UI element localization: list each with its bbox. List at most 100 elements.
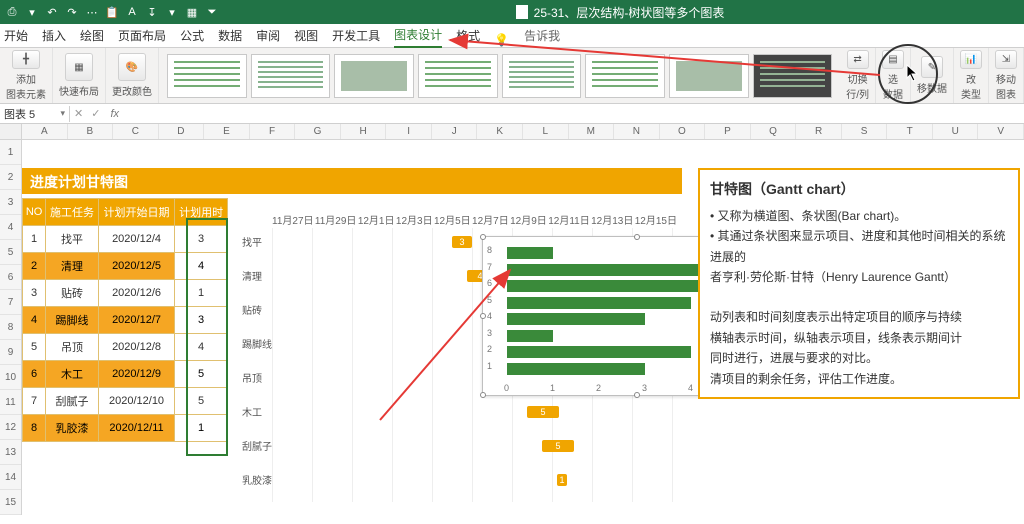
col-header[interactable]: P bbox=[705, 124, 751, 139]
row-headers[interactable]: 123456789101112131415 bbox=[0, 140, 22, 515]
col-header[interactable]: O bbox=[660, 124, 706, 139]
row-header[interactable]: 6 bbox=[0, 265, 21, 290]
table-cell[interactable]: 3 bbox=[175, 307, 228, 334]
tab-format[interactable]: 格式 bbox=[456, 24, 480, 47]
add-chart-element-icon[interactable]: ╋ bbox=[12, 50, 40, 69]
table-cell[interactable]: 7 bbox=[23, 388, 46, 415]
chart-bar[interactable] bbox=[507, 330, 553, 342]
switch-row-col-icon[interactable]: ⇄ bbox=[847, 50, 869, 69]
move-chart-icon[interactable]: ⇲ bbox=[995, 50, 1017, 69]
style-thumb[interactable] bbox=[669, 54, 749, 98]
tab-view[interactable]: 视图 bbox=[294, 24, 318, 47]
tab-chart-design[interactable]: 图表设计 bbox=[394, 23, 442, 48]
chart-bar[interactable] bbox=[507, 363, 645, 375]
table-row[interactable]: 4踢脚线2020/12/73 bbox=[23, 307, 228, 334]
select-data-icon[interactable]: ▤ bbox=[882, 50, 904, 69]
row-header[interactable]: 3 bbox=[0, 190, 21, 215]
style-thumb[interactable] bbox=[418, 54, 498, 98]
table-cell[interactable]: 2020/12/7 bbox=[98, 307, 174, 334]
qat-dropdown-icon[interactable]: ▾ bbox=[24, 4, 40, 20]
row-header[interactable]: 8 bbox=[0, 315, 21, 340]
col-header[interactable]: S bbox=[842, 124, 888, 139]
gantt-bar[interactable]: 5 bbox=[542, 440, 574, 452]
col-header[interactable]: Q bbox=[751, 124, 797, 139]
table-cell[interactable]: 3 bbox=[23, 280, 46, 307]
edit-data-icon[interactable]: ✎ bbox=[921, 56, 943, 78]
row-header[interactable]: 1 bbox=[0, 140, 21, 165]
table-cell[interactable]: 3 bbox=[175, 226, 228, 253]
table-cell[interactable]: 4 bbox=[175, 334, 228, 361]
col-header[interactable]: H bbox=[341, 124, 387, 139]
table-cell[interactable]: 5 bbox=[175, 388, 228, 415]
style-thumb[interactable] bbox=[167, 54, 247, 98]
table-cell[interactable]: 木工 bbox=[46, 361, 99, 388]
row-header[interactable]: 4 bbox=[0, 215, 21, 240]
tab-formula[interactable]: 公式 bbox=[180, 24, 204, 47]
col-header[interactable]: G bbox=[295, 124, 341, 139]
fx-confirm[interactable]: ✓ bbox=[87, 107, 104, 120]
style-thumb[interactable] bbox=[502, 54, 582, 98]
col-header[interactable]: J bbox=[432, 124, 478, 139]
row-header[interactable]: 2 bbox=[0, 165, 21, 190]
qat-btn[interactable]: ▾ bbox=[164, 4, 180, 20]
col-header[interactable]: A bbox=[22, 124, 68, 139]
style-thumb[interactable] bbox=[334, 54, 414, 98]
tab-draw[interactable]: 绘图 bbox=[80, 24, 104, 47]
table-cell[interactable]: 8 bbox=[23, 415, 46, 442]
tab-review[interactable]: 审阅 bbox=[256, 24, 280, 47]
gantt-bar[interactable]: 5 bbox=[527, 406, 559, 418]
row-header[interactable]: 12 bbox=[0, 415, 21, 440]
col-header[interactable]: E bbox=[204, 124, 250, 139]
tab-insert[interactable]: 插入 bbox=[42, 24, 66, 47]
tab-layout[interactable]: 页面布局 bbox=[118, 24, 166, 47]
table-row[interactable]: 2清理2020/12/54 bbox=[23, 253, 228, 280]
col-header[interactable]: U bbox=[933, 124, 979, 139]
col-header[interactable]: C bbox=[113, 124, 159, 139]
table-row[interactable]: 8乳胶漆2020/12/111 bbox=[23, 415, 228, 442]
row-header[interactable]: 5 bbox=[0, 240, 21, 265]
gantt-bar[interactable]: 1 bbox=[557, 474, 567, 486]
row-header[interactable]: 13 bbox=[0, 440, 21, 465]
table-cell[interactable]: 4 bbox=[23, 307, 46, 334]
change-type-icon[interactable]: 📊 bbox=[960, 50, 982, 69]
col-header[interactable]: T bbox=[887, 124, 933, 139]
table-cell[interactable]: 2020/12/4 bbox=[98, 226, 174, 253]
table-cell[interactable]: 踢脚线 bbox=[46, 307, 99, 334]
gantt-bar[interactable]: 3 bbox=[452, 236, 472, 248]
table-cell[interactable]: 2020/12/11 bbox=[98, 415, 174, 442]
tab-start[interactable]: 开始 bbox=[4, 24, 28, 47]
qat-btn[interactable]: 📋 bbox=[104, 4, 120, 20]
table-row[interactable]: 3贴砖2020/12/61 bbox=[23, 280, 228, 307]
column-headers[interactable]: ABCDEFGHIJKLMNOPQRSTUV bbox=[22, 124, 1024, 140]
tab-dev[interactable]: 开发工具 bbox=[332, 24, 380, 47]
table-cell[interactable]: 1 bbox=[23, 226, 46, 253]
style-thumb[interactable] bbox=[251, 54, 331, 98]
chart-bar[interactable] bbox=[507, 313, 645, 325]
table-cell[interactable]: 4 bbox=[175, 253, 228, 280]
table-cell[interactable]: 吊顶 bbox=[46, 334, 99, 361]
table-cell[interactable]: 刮腻子 bbox=[46, 388, 99, 415]
table-cell[interactable]: 2020/12/8 bbox=[98, 334, 174, 361]
row-header[interactable]: 10 bbox=[0, 365, 21, 390]
col-header[interactable]: K bbox=[477, 124, 523, 139]
table-cell[interactable]: 乳胶漆 bbox=[46, 415, 99, 442]
tell-me[interactable]: 告诉我 bbox=[524, 24, 560, 47]
col-header[interactable]: F bbox=[250, 124, 296, 139]
row-header[interactable]: 15 bbox=[0, 490, 21, 515]
col-header[interactable]: N bbox=[614, 124, 660, 139]
style-thumb[interactable] bbox=[753, 54, 833, 98]
qat-btn[interactable]: ↧ bbox=[144, 4, 160, 20]
change-colors-icon[interactable]: 🎨 bbox=[118, 53, 146, 81]
row-header[interactable]: 7 bbox=[0, 290, 21, 315]
fx-cancel[interactable]: ✕ bbox=[70, 107, 87, 120]
table-row[interactable]: 5吊顶2020/12/84 bbox=[23, 334, 228, 361]
row-header[interactable]: 14 bbox=[0, 465, 21, 490]
col-header[interactable]: D bbox=[159, 124, 205, 139]
col-header[interactable]: B bbox=[68, 124, 114, 139]
chart-bar[interactable] bbox=[507, 247, 553, 259]
table-cell[interactable]: 找平 bbox=[46, 226, 99, 253]
table-cell[interactable]: 2020/12/6 bbox=[98, 280, 174, 307]
qat-btn[interactable]: ⏷ bbox=[204, 4, 220, 20]
col-header[interactable]: I bbox=[386, 124, 432, 139]
style-gallery[interactable] bbox=[159, 48, 840, 103]
